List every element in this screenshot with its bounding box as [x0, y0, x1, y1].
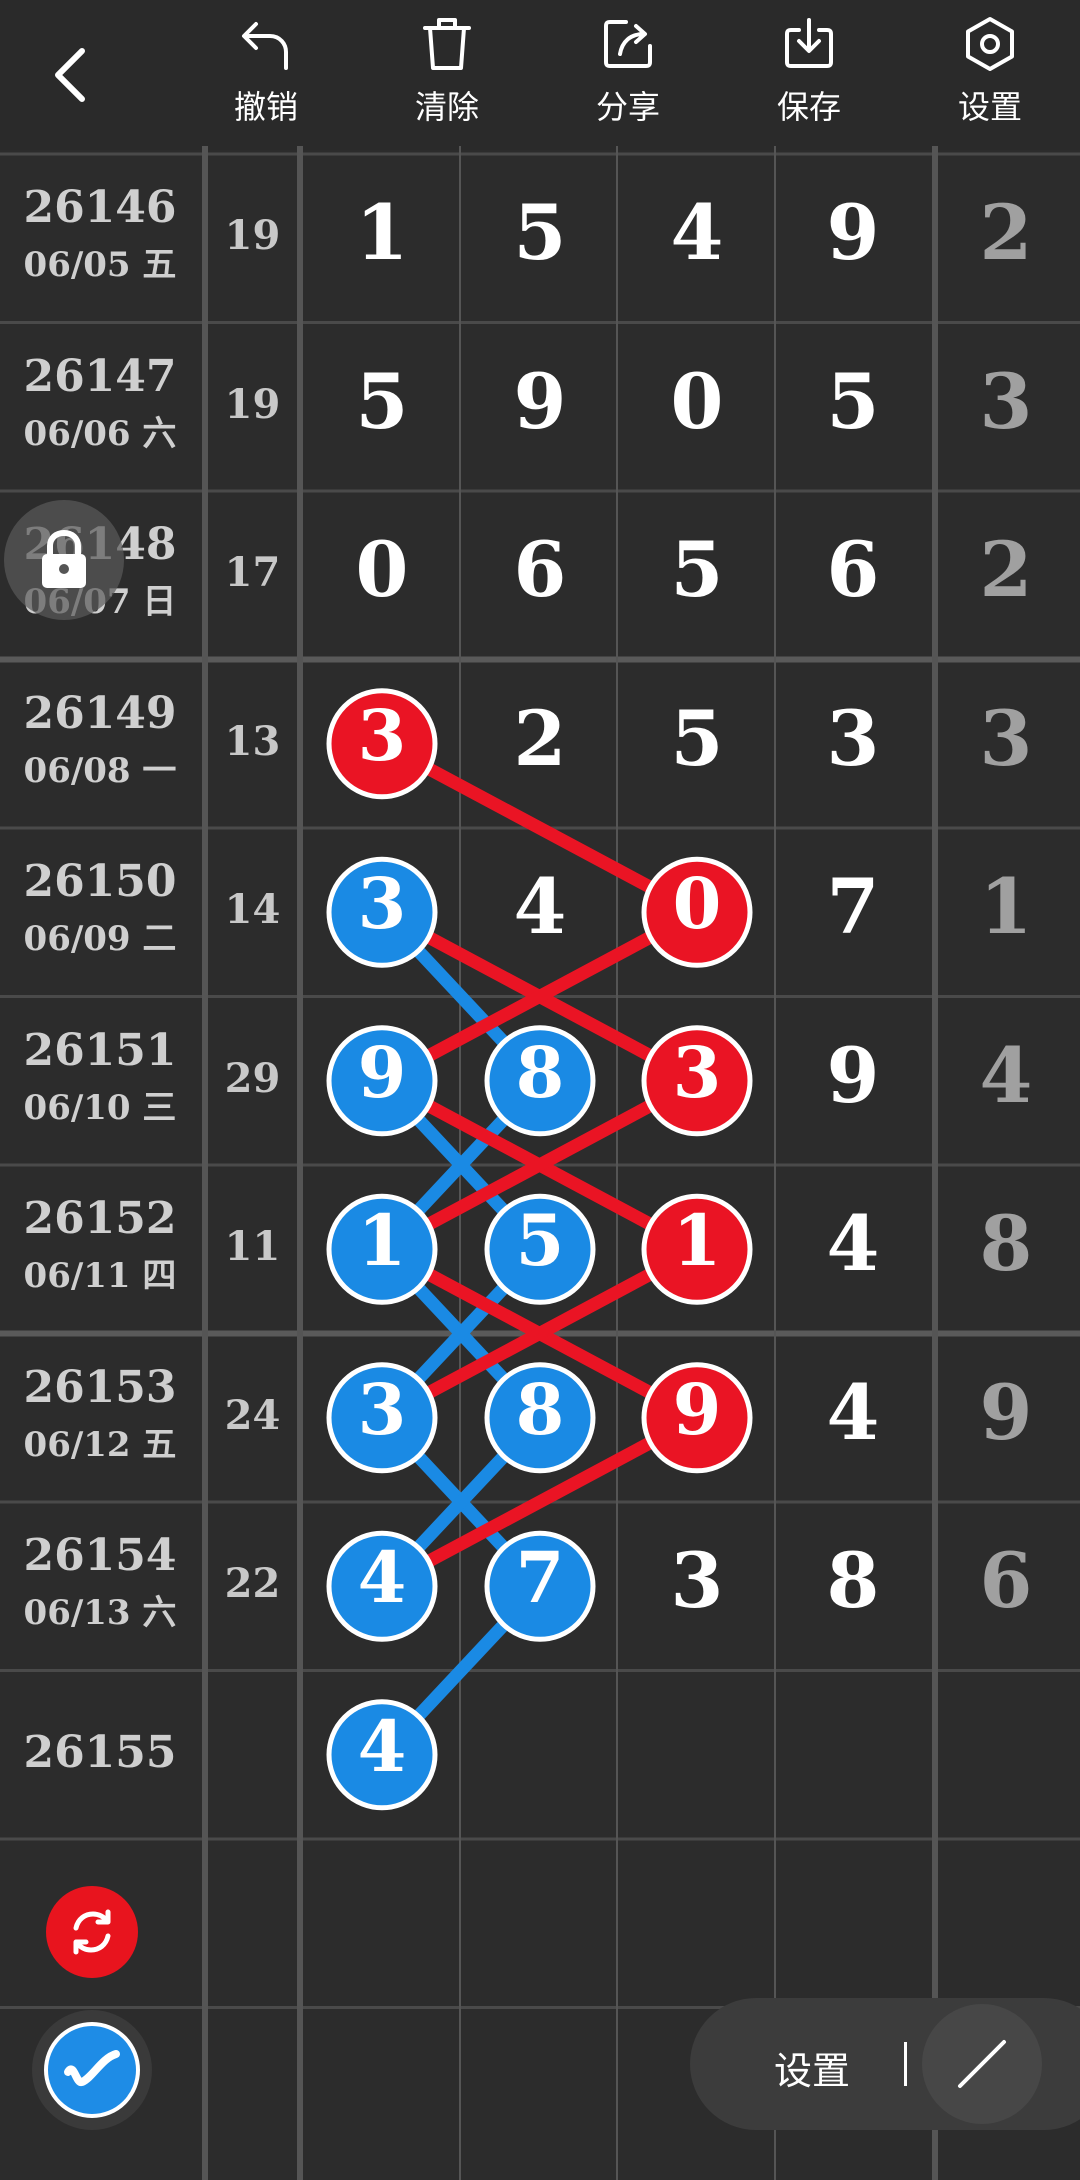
draw-date: 06/12 五	[23, 1424, 177, 1465]
period-cell: 26154 06/13 六	[0, 1530, 200, 1634]
digit-cell: 5	[513, 188, 567, 278]
fifth-digit-cell: 3	[979, 356, 1033, 446]
digit-cell: 5	[826, 356, 880, 446]
digit-cell: 8	[515, 1030, 565, 1114]
period-cell: 26152 06/11 四	[0, 1193, 200, 1297]
draw-date: 06/11 四	[23, 1256, 177, 1297]
fifth-digit-cell: 2	[979, 525, 1033, 615]
period-cell: 26150 06/09 二	[0, 856, 200, 960]
pen-button[interactable]	[922, 2004, 1042, 2124]
period-number: 26153	[23, 1361, 177, 1413]
fifth-digit-cell: 4	[979, 1030, 1033, 1120]
refresh-icon	[73, 1909, 111, 1955]
digit-cell: 3	[357, 693, 407, 777]
digit-cell: 3	[672, 1030, 722, 1114]
digit-cell: 6	[513, 525, 567, 615]
period-cell: 26146 06/05 五	[0, 182, 200, 286]
digit-cell: 7	[826, 862, 880, 952]
period-cell: 26155	[0, 1727, 200, 1778]
draw-date: 06/10 三	[23, 1087, 177, 1128]
sum-value: 29	[224, 1054, 281, 1102]
digit-cell: 4	[826, 1367, 880, 1457]
draw-controls-pill: 设置	[690, 1998, 1080, 2130]
digit-cell: 9	[672, 1367, 722, 1451]
sum-value: 17	[224, 549, 281, 597]
fifth-digit-cell: 1	[979, 862, 1033, 952]
digit-cell: 4	[513, 862, 567, 952]
digit-cell: 5	[355, 356, 409, 446]
digit-cell: 8	[515, 1367, 565, 1451]
digit-cell: 3	[357, 1367, 407, 1451]
sum-value: 19	[224, 380, 281, 428]
period-cell: 26147 06/06 六	[0, 351, 200, 455]
digit-cell: 0	[355, 525, 409, 615]
digit-cell: 1	[357, 1199, 407, 1283]
pill-settings-button[interactable]: 设置	[774, 2040, 850, 2095]
brush-icon	[64, 2050, 120, 2086]
sum-value: 14	[224, 886, 281, 934]
period-number: 26150	[23, 856, 177, 908]
digit-cell: 3	[357, 862, 407, 946]
period-number: 26146	[23, 182, 177, 234]
period-cell: 26153 06/12 五	[0, 1362, 200, 1466]
period-cell: 26151 06/10 三	[0, 1025, 200, 1129]
digit-cell: 7	[515, 1536, 565, 1620]
sum-value: 11	[224, 1223, 281, 1271]
fifth-digit-cell: 6	[979, 1536, 1033, 1626]
draw-date: 06/13 六	[23, 1593, 177, 1634]
digit-cell: 9	[357, 1030, 407, 1114]
digit-cell: 5	[670, 525, 724, 615]
refresh-button[interactable]	[46, 1886, 138, 1978]
sum-value: 19	[224, 212, 281, 260]
digit-cell: 5	[670, 693, 724, 783]
draw-date: 06/05 五	[23, 245, 177, 286]
sum-value: 24	[224, 1391, 281, 1439]
digit-cell: 1	[672, 1199, 722, 1283]
brush-icon-badge	[44, 2022, 140, 2118]
period-number: 26147	[23, 350, 177, 402]
fifth-digit-cell: 3	[979, 693, 1033, 783]
digit-cell: 1	[355, 188, 409, 278]
pen-icon	[958, 2040, 1006, 2088]
digit-cell: 6	[826, 525, 880, 615]
period-number: 26152	[23, 1193, 177, 1245]
lock-icon	[42, 529, 86, 588]
digit-cell: 4	[826, 1199, 880, 1289]
digit-cell: 4	[670, 188, 724, 278]
digit-cell: 4	[357, 1704, 407, 1788]
pill-divider	[904, 2042, 907, 2086]
sum-value: 22	[224, 1560, 281, 1608]
digit-cell: 2	[513, 693, 567, 783]
fifth-digit-cell: 9	[979, 1367, 1033, 1457]
digit-cell: 0	[670, 356, 724, 446]
period-number: 26151	[23, 1024, 177, 1076]
fifth-digit-cell: 8	[979, 1199, 1033, 1289]
lock-button[interactable]	[4, 500, 124, 620]
draw-date: 06/09 二	[23, 919, 177, 960]
brush-button[interactable]	[32, 2010, 152, 2130]
period-cell: 26149 06/08 一	[0, 688, 200, 792]
digit-cell: 9	[826, 188, 880, 278]
fifth-digit-cell: 2	[979, 188, 1033, 278]
draw-date: 06/08 一	[23, 750, 177, 791]
draw-date: 06/06 六	[23, 413, 177, 454]
digit-cell: 9	[513, 356, 567, 446]
digit-cell: 3	[826, 693, 880, 783]
digit-cell: 5	[515, 1199, 565, 1283]
period-number: 26154	[23, 1530, 177, 1582]
digit-cell: 0	[672, 862, 722, 946]
digit-cell: 8	[826, 1536, 880, 1626]
digit-cell: 9	[826, 1030, 880, 1120]
period-number: 26155	[23, 1726, 177, 1778]
digit-cell: 3	[670, 1536, 724, 1626]
period-number: 26149	[23, 687, 177, 739]
digit-cell: 4	[357, 1536, 407, 1620]
sum-value: 13	[224, 717, 281, 765]
